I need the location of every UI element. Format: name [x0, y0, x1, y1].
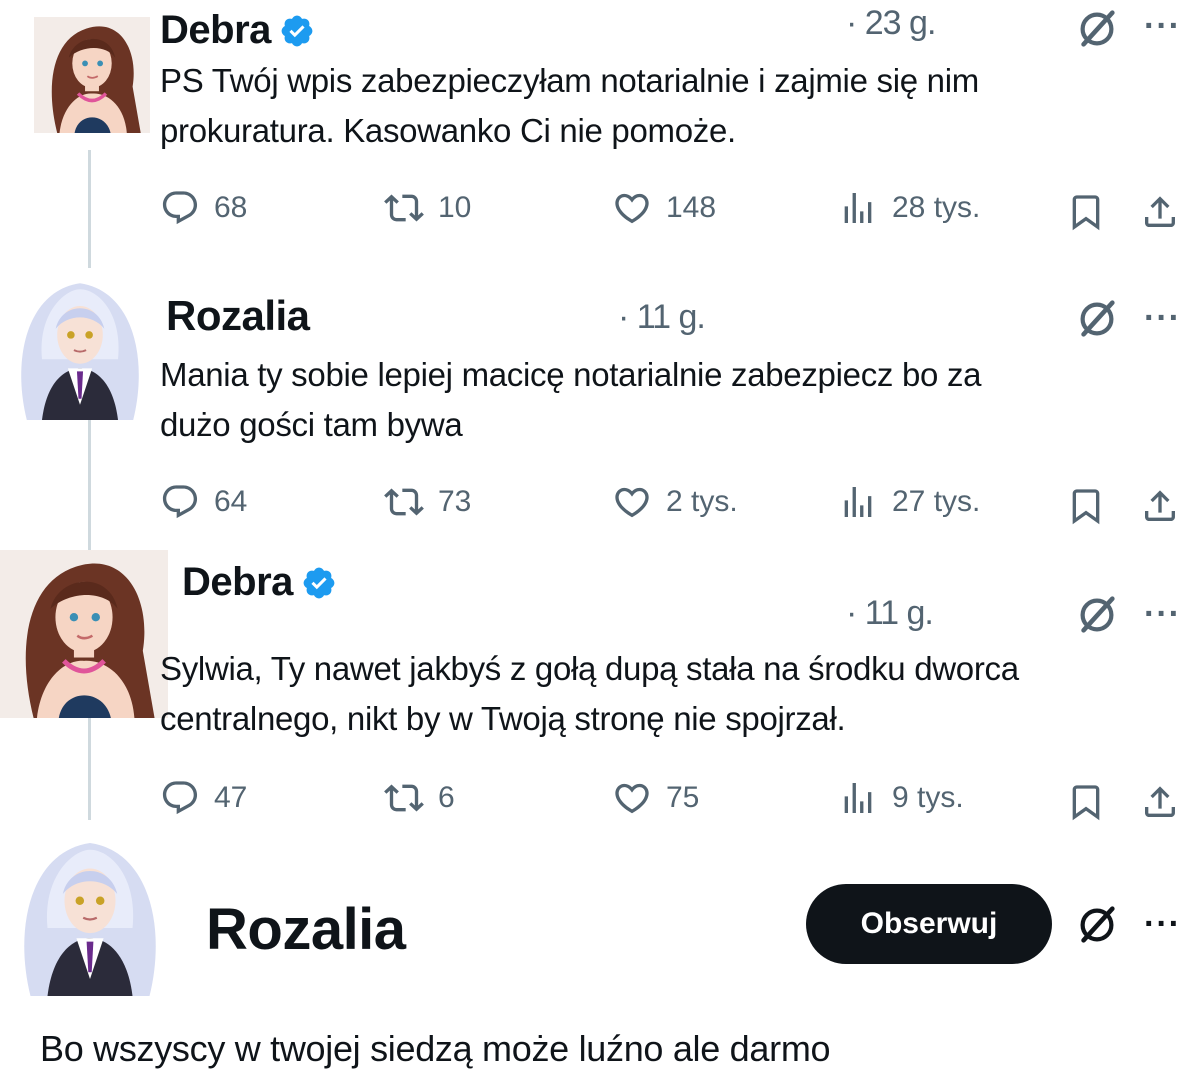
author-name[interactable]: Rozalia [166, 292, 310, 340]
tweet-text-line: centralnego, nikt by w Twoją stronę nie … [160, 700, 846, 737]
views-button[interactable]: 27 tys. [838, 482, 980, 522]
timestamp[interactable]: · 11 g. [846, 594, 934, 633]
repost-arrows-icon [384, 188, 424, 228]
grok-icon[interactable] [1074, 592, 1120, 638]
bar-chart-icon [838, 778, 878, 818]
author-name[interactable]: Rozalia [206, 896, 406, 963]
more-ellipsis-icon[interactable]: ··· [1144, 597, 1179, 631]
grok-icon[interactable] [1074, 296, 1120, 342]
author-name[interactable]: Debra [182, 560, 293, 605]
like-count: 75 [666, 781, 700, 814]
speech-bubble-icon [160, 482, 200, 522]
author-name[interactable]: Debra [160, 8, 271, 53]
share-button[interactable] [1140, 782, 1179, 827]
tweet-text-line: dużo gości tam bywa [160, 406, 463, 443]
heart-icon [612, 188, 652, 228]
speech-bubble-icon [160, 778, 200, 818]
repost-button[interactable]: 73 [384, 482, 471, 522]
follow-button[interactable]: Obserwuj [806, 884, 1052, 964]
like-count: 2 tys. [666, 485, 738, 518]
like-button[interactable]: 2 tys. [612, 482, 738, 522]
share-upload-icon [1140, 782, 1179, 822]
verified-badge-icon [279, 13, 315, 49]
like-button[interactable]: 75 [612, 778, 699, 818]
grok-icon[interactable] [1074, 6, 1120, 52]
heart-icon [612, 778, 652, 818]
verified-badge-icon [301, 565, 337, 601]
more-ellipsis-icon[interactable]: ··· [1144, 301, 1179, 335]
repost-arrows-icon [384, 778, 424, 818]
share-button[interactable] [1140, 486, 1179, 531]
grok-icon[interactable] [1074, 902, 1120, 948]
tweet-text-line: PS Twój wpis zabezpieczyłam notarialnie … [160, 62, 979, 99]
reply-count: 64 [214, 485, 248, 518]
timestamp[interactable]: · 23 g. [846, 4, 936, 43]
timestamp[interactable]: · 11 g. [618, 298, 706, 337]
tweet-text: Sylwia, Ty nawet jakbyś z gołą dupą stał… [160, 644, 1019, 744]
like-count: 148 [666, 191, 717, 224]
reply-count: 47 [214, 781, 248, 814]
reply-count: 68 [214, 191, 248, 224]
tweet-text-line: Mania ty sobie lepiej macicę notarialnie… [160, 356, 982, 393]
tweet-text-line: Sylwia, Ty nawet jakbyś z gołą dupą stał… [160, 650, 1019, 687]
repost-count: 10 [438, 191, 472, 224]
avatar-rozalia[interactable] [0, 268, 160, 420]
repost-button[interactable]: 6 [384, 778, 455, 818]
avatar-rozalia[interactable] [0, 826, 180, 996]
bookmark-button[interactable] [1066, 486, 1106, 531]
bookmark-icon [1066, 782, 1106, 822]
tweet-text: Bo wszyscy w twojej siedzą może luźno al… [40, 1028, 831, 1069]
reply-button[interactable]: 47 [160, 778, 247, 818]
avatar-debra[interactable] [34, 0, 150, 150]
tweet-text: PS Twój wpis zabezpieczyłam notarialnie … [160, 56, 979, 156]
more-ellipsis-icon[interactable]: ··· [1144, 9, 1179, 43]
bookmark-button[interactable] [1066, 782, 1106, 827]
heart-icon [612, 482, 652, 522]
tweet-text: Mania ty sobie lepiej macicę notarialnie… [160, 350, 982, 450]
view-count: 9 tys. [892, 781, 964, 814]
tweet-text-line: prokuratura. Kasowanko Ci nie pomoże. [160, 112, 736, 149]
share-button[interactable] [1140, 192, 1179, 237]
avatar-debra[interactable] [0, 518, 168, 750]
bookmark-button[interactable] [1066, 192, 1106, 237]
like-button[interactable]: 148 [612, 188, 716, 228]
repost-count: 6 [438, 781, 455, 814]
share-upload-icon [1140, 486, 1179, 526]
reply-button[interactable]: 64 [160, 482, 247, 522]
bar-chart-icon [838, 482, 878, 522]
views-button[interactable]: 9 tys. [838, 778, 964, 818]
bar-chart-icon [838, 188, 878, 228]
reply-button[interactable]: 68 [160, 188, 247, 228]
more-ellipsis-icon[interactable]: ··· [1144, 907, 1179, 941]
repost-arrows-icon [384, 482, 424, 522]
view-count: 28 tys. [892, 191, 981, 224]
speech-bubble-icon [160, 188, 200, 228]
view-count: 27 tys. [892, 485, 981, 518]
bookmark-icon [1066, 192, 1106, 232]
bookmark-icon [1066, 486, 1106, 526]
repost-count: 73 [438, 485, 472, 518]
repost-button[interactable]: 10 [384, 188, 471, 228]
share-upload-icon [1140, 192, 1179, 232]
views-button[interactable]: 28 tys. [838, 188, 980, 228]
